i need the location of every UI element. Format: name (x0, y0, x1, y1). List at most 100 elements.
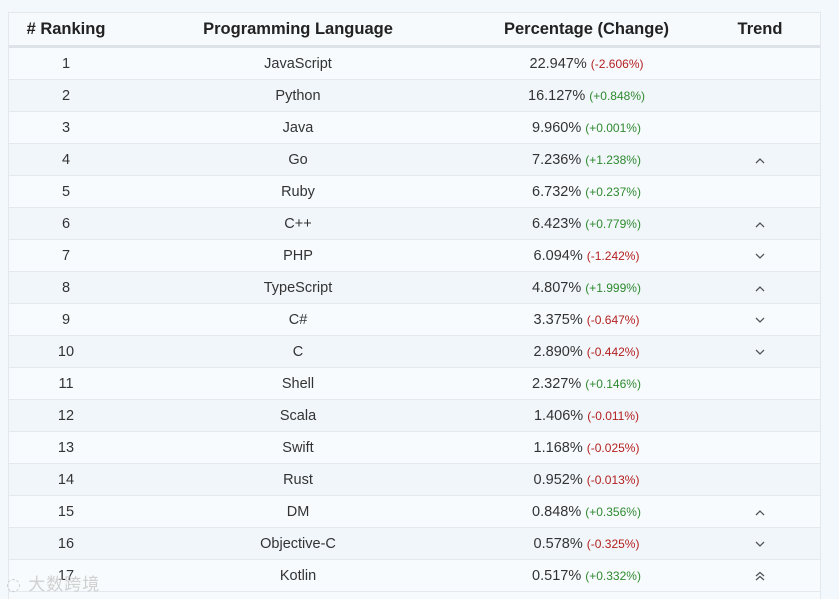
percentage-cell: 22.947% (-2.606%) (473, 46, 700, 80)
rank-cell: 16 (9, 527, 123, 560)
change-value: (-1.242%) (586, 248, 640, 263)
percentage-cell: 7.236% (+1.238%) (473, 143, 700, 176)
watermark: ◌ 大数跨境 (6, 570, 100, 595)
rank-cell: 7 (9, 239, 123, 272)
language-cell: Python (123, 79, 473, 112)
table-body: 1 JavaScript 22.947% (-2.606%) 2 Python 16.12… (9, 46, 820, 592)
table-row[interactable]: 1 JavaScript 22.947% (-2.606%) (9, 46, 820, 80)
rank-cell: 4 (9, 143, 123, 176)
chevron-down-icon (755, 345, 765, 359)
percentage-cell: 4.807% (+1.999%) (473, 271, 700, 304)
rank-cell: 2 (9, 79, 123, 112)
trend-cell (700, 335, 820, 368)
chevron-up-icon (755, 505, 765, 519)
percentage-cell: 1.406% (-0.011%) (473, 399, 700, 432)
rank-cell: 1 (9, 46, 123, 80)
language-cell: DM (123, 495, 473, 528)
language-cell: Java (123, 111, 473, 144)
column-header-ranking[interactable]: # Ranking (9, 13, 123, 48)
trend-cell (700, 111, 820, 144)
rank-cell: 12 (9, 399, 123, 432)
change-value: (+1.238%) (585, 152, 641, 167)
percentage-value: 22.947% (529, 55, 587, 72)
language-cell: Shell (123, 367, 473, 400)
percentage-cell: 6.732% (+0.237%) (473, 175, 700, 208)
language-cell: TypeScript (123, 271, 473, 304)
table-row[interactable]: 4 Go 7.236% (+1.238%) (9, 143, 820, 176)
percentage-value: 3.375% (533, 311, 583, 328)
language-cell: Rust (123, 463, 473, 496)
percentage-cell: 0.848% (+0.356%) (473, 495, 700, 528)
column-header-language[interactable]: Programming Language (123, 13, 473, 48)
percentage-value: 1.406% (533, 407, 584, 424)
ranking-table: # Ranking Programming Language Percentag… (9, 13, 820, 592)
table-row[interactable]: 9 C# 3.375% (-0.647%) (9, 303, 820, 336)
trend-cell (700, 367, 820, 400)
language-cell: PHP (123, 239, 473, 272)
trend-cell (700, 527, 820, 560)
percentage-value: 16.127% (528, 87, 586, 104)
table-row[interactable]: 12 Scala 1.406% (-0.011%) (9, 399, 820, 432)
trend-cell (700, 431, 820, 464)
rank-cell: 6 (9, 207, 123, 240)
table-row[interactable]: 14 Rust 0.952% (-0.013%) (9, 463, 820, 496)
rank-cell: 14 (9, 463, 123, 496)
percentage-value: 2.890% (533, 343, 583, 360)
percentage-value: 0.848% (532, 503, 582, 520)
percentage-cell: 2.890% (-0.442%) (473, 335, 700, 368)
rank-cell: 3 (9, 111, 123, 144)
double-chevron-up-icon (755, 569, 765, 583)
table-row[interactable]: 15 DM 0.848% (+0.356%) (9, 495, 820, 528)
trend-cell (700, 207, 820, 240)
table-row[interactable]: 16 Objective-C 0.578% (-0.325%) (9, 527, 820, 560)
table-row[interactable]: 17 Kotlin 0.517% (+0.332%) (9, 559, 820, 592)
table-row[interactable]: 6 C++ 6.423% (+0.779%) (9, 207, 820, 240)
watermark-text: 大数跨境 (28, 575, 101, 595)
percentage-cell: 9.960% (+0.001%) (473, 111, 700, 144)
language-cell: Objective-C (123, 527, 473, 560)
percentage-cell: 2.327% (+0.146%) (473, 367, 700, 400)
trend-cell (700, 143, 820, 176)
table-row[interactable]: 5 Ruby 6.732% (+0.237%) (9, 175, 820, 208)
percentage-cell: 0.952% (-0.013%) (473, 463, 700, 496)
percentage-value: 0.578% (533, 535, 583, 552)
trend-cell (700, 463, 820, 496)
table-row[interactable]: 7 PHP 6.094% (-1.242%) (9, 239, 820, 272)
change-value: (-0.325%) (586, 536, 640, 551)
table-row[interactable]: 8 TypeScript 4.807% (+1.999%) (9, 271, 820, 304)
language-cell: JavaScript (123, 46, 473, 80)
rank-cell: 10 (9, 335, 123, 368)
percentage-cell: 3.375% (-0.647%) (473, 303, 700, 336)
percentage-cell: 0.517% (+0.332%) (473, 559, 700, 592)
language-cell: Scala (123, 399, 473, 432)
change-value: (-0.011%) (587, 408, 639, 423)
change-value: (-0.442%) (586, 344, 640, 359)
change-value: (+0.332%) (585, 568, 641, 583)
table-row[interactable]: 13 Swift 1.168% (-0.025%) (9, 431, 820, 464)
table-row[interactable]: 10 C 2.890% (-0.442%) (9, 335, 820, 368)
chevron-down-icon (755, 313, 765, 327)
language-cell: Ruby (123, 175, 473, 208)
header-row: # Ranking Programming Language Percentag… (9, 13, 820, 48)
table-row[interactable]: 11 Shell 2.327% (+0.146%) (9, 367, 820, 400)
percentage-cell: 6.094% (-1.242%) (473, 239, 700, 272)
percentage-value: 4.807% (532, 279, 582, 296)
language-cell: C++ (123, 207, 473, 240)
percentage-value: 9.960% (532, 119, 582, 136)
percentage-value: 1.168% (533, 439, 583, 456)
change-value: (+0.001%) (585, 120, 641, 135)
percentage-value: 6.094% (533, 247, 583, 264)
table-row[interactable]: 3 Java 9.960% (+0.001%) (9, 111, 820, 144)
column-header-trend[interactable]: Trend (700, 13, 820, 48)
change-value: (+0.237%) (585, 184, 641, 199)
change-value: (-0.013%) (586, 472, 640, 487)
rank-cell: 15 (9, 495, 123, 528)
chevron-up-icon (755, 217, 765, 231)
change-value: (+0.356%) (585, 504, 641, 519)
language-cell: Go (123, 143, 473, 176)
language-cell: Kotlin (123, 559, 473, 592)
table-row[interactable]: 2 Python 16.127% (+0.848%) (9, 79, 820, 112)
column-header-percentage[interactable]: Percentage (Change) (473, 13, 700, 48)
watermark-logo-icon: ◌ (6, 575, 22, 595)
change-value: (+0.779%) (585, 216, 641, 231)
